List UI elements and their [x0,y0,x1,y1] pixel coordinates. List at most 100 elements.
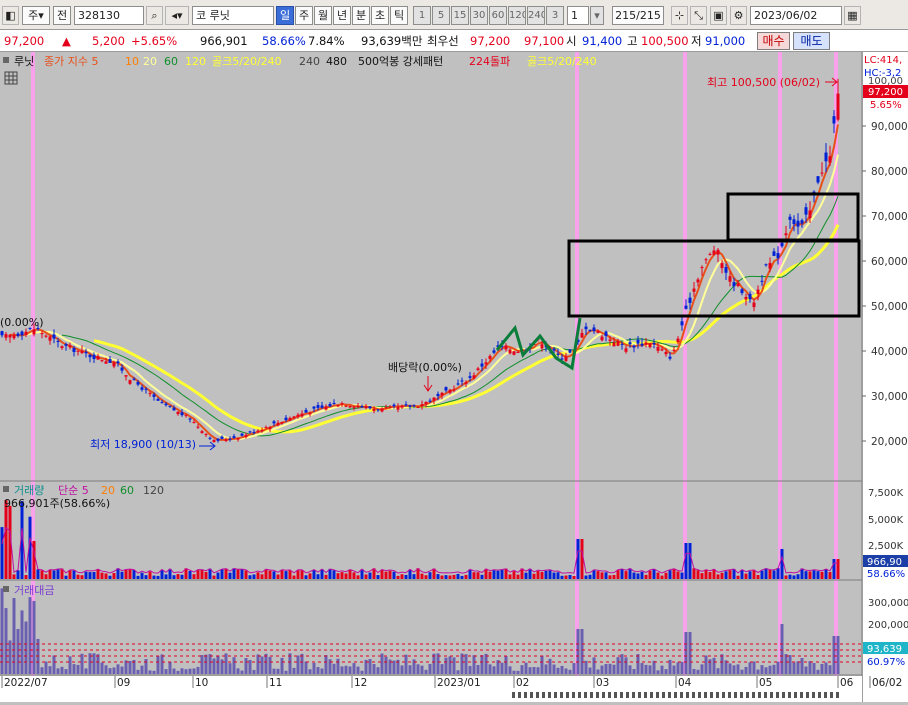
volume-bar [736,575,740,579]
prefix-button[interactable]: 전 [53,6,71,25]
interval-tab-5[interactable]: 120 [508,6,526,25]
amount-bar [0,588,4,674]
candle-body [196,426,200,428]
sell-button[interactable]: 매도 [793,32,830,50]
draw-icon[interactable]: ⤡ [690,6,707,25]
settings-gear-icon[interactable]: ⚙ [730,6,747,25]
volume-bar [748,571,752,579]
search-icon[interactable]: ⌕ [146,6,163,25]
interval-tab-3[interactable]: 30 [470,6,488,25]
period-tab-0[interactable]: 일 [276,6,294,25]
amount-bar [816,669,820,674]
count-dropdown-icon[interactable]: ▾ [590,6,604,25]
calendar-icon[interactable]: ▦ [844,6,861,25]
candle-body [212,440,216,443]
timeline-marker [542,692,545,698]
amount-bar [336,658,340,674]
interval-tab-0[interactable]: 1 [413,6,431,25]
amount-bar [404,654,408,674]
period-tab-6[interactable]: 틱 [390,6,408,25]
volume-ma-title: 단순 5 [58,484,89,497]
amount-bar [484,653,488,674]
volume-bar [0,527,4,579]
candle-body [344,405,348,407]
interval-tab-7[interactable]: 3 [546,6,564,25]
candle-body [16,333,20,336]
chart-area[interactable]: 루닛 종가 지수 5 10 20 60 120 골크5/20/240 240 4… [0,52,908,702]
low-annotation: 최저 18,900 (10/13) [90,438,196,451]
candle-body [664,351,668,355]
volume-bar [72,570,76,579]
amount-bar [416,664,420,674]
candle-body [656,346,660,351]
volume-bar [768,570,772,579]
volume-bar [196,569,200,579]
candle-body [644,342,648,345]
date-label-1: 09 [117,677,130,689]
amount-bar [100,662,104,674]
volume-bar [24,575,28,579]
candle-body [444,387,448,391]
candle-body [224,439,228,441]
timeline-marker [740,692,743,698]
candle-body [116,361,120,364]
amount-bar [736,664,740,674]
timeline-marker [782,692,785,698]
candle-body [640,343,644,346]
amount-bar [200,655,204,674]
timeline-marker [668,692,671,698]
interval-tab-1[interactable]: 5 [432,6,450,25]
amount-bar [796,661,800,674]
buy-button[interactable]: 매수 [757,32,790,50]
candle-body [456,383,460,385]
candle-body [680,321,684,326]
market-type-select[interactable]: 주▾ [22,6,50,25]
stock-code-input[interactable]: 328130 [74,6,144,25]
best-bid-price: 97,100 [524,34,565,48]
interval-tab-2[interactable]: 15 [451,6,469,25]
amount-bar [812,662,816,674]
period-tab-1[interactable]: 주 [295,6,313,25]
speaker-icon[interactable]: ◂▾ [165,6,189,25]
candle-body [296,414,300,417]
timeline-marker [560,692,563,698]
chart-window-icon[interactable]: ◧ [2,6,19,25]
amount-bar [740,669,744,674]
timeline-marker [554,692,557,698]
dividend-annotation: 배당락(0.00%) [388,361,462,374]
candlestick-chart-svg[interactable]: 루닛 종가 지수 5 10 20 60 120 골크5/20/240 240 4… [0,52,908,702]
amount-bar [688,632,692,674]
candle-body [168,405,172,407]
interval-tab-4[interactable]: 60 [489,6,507,25]
volume-bar [380,569,384,579]
period-tab-5[interactable]: 초 [371,6,389,25]
period-tab-2[interactable]: 월 [314,6,332,25]
candle-body [796,220,800,227]
candle-body [720,263,724,269]
amount-bar [156,656,160,674]
date-label-8: 04 [678,677,692,689]
candle-body [440,392,444,396]
date-input[interactable]: 2023/06/02 [750,6,842,25]
amount-bar [24,621,28,674]
low-price: 91,000 [705,34,746,48]
volume-bar [136,575,140,579]
candle-body [288,417,292,421]
amount-bar [128,660,132,674]
volume-bar [636,573,640,579]
stock-name-field[interactable]: 코 루닛 [192,6,274,25]
volume-bar [588,574,592,579]
timeline-marker [746,692,749,698]
period-tab-3[interactable]: 년 [333,6,351,25]
period-tab-4[interactable]: 분 [352,6,370,25]
candle-body [188,418,192,420]
save-icon[interactable]: ▣ [710,6,727,25]
trade-amount: 93,639백만 [361,34,423,48]
count-input[interactable]: 1 [567,6,589,25]
interval-tab-6[interactable]: 240 [527,6,545,25]
crosshair-icon[interactable]: ⊹ [671,6,688,25]
date-label-0: 2022/07 [4,677,48,689]
volume-bar [752,570,756,579]
amount-bar [656,670,660,674]
amount-bar [296,655,300,674]
